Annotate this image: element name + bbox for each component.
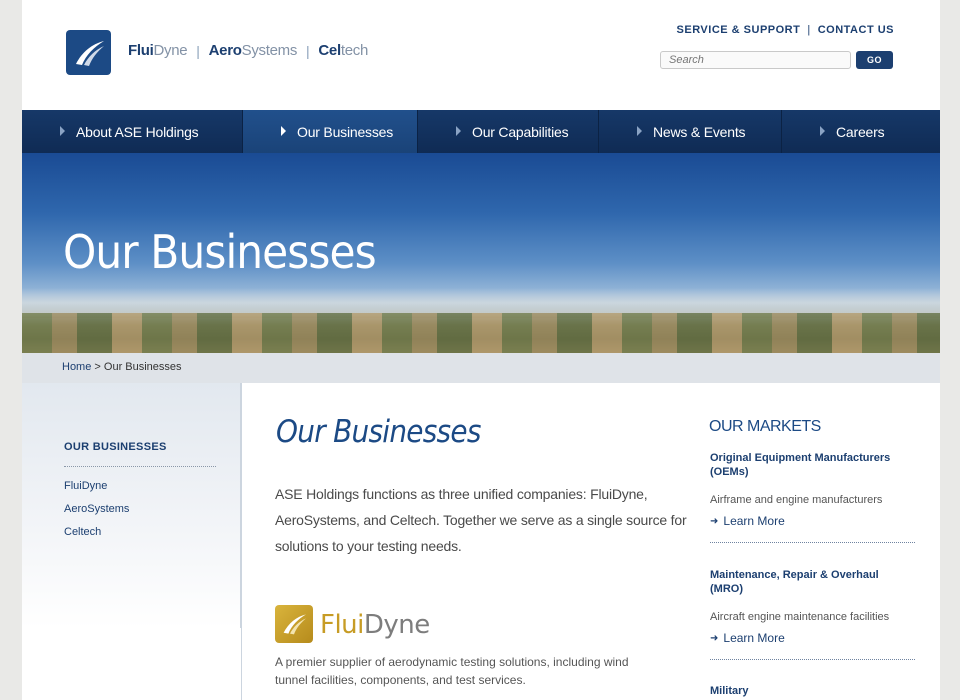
nav-arrow-icon: [637, 126, 642, 136]
utility-links: SERVICE & SUPPORT | CONTACT US: [677, 24, 894, 36]
market-mro-desc: Aircraft engine maintenance facilities: [710, 611, 890, 623]
breadcrumb-home[interactable]: Home: [62, 361, 91, 373]
nav-item-capabilities[interactable]: Our Capabilities: [418, 110, 599, 153]
sidebar-item-celtech[interactable]: Celtech: [64, 526, 101, 538]
brand-list: FluiDyne | AeroSystems | Celtech: [128, 42, 368, 59]
brand-light: tech: [340, 42, 368, 59]
nav-label: Our Businesses: [297, 123, 394, 140]
market-divider: [710, 542, 915, 543]
brand-bold: Aero: [208, 42, 242, 59]
contact-us-link[interactable]: CONTACT US: [818, 24, 894, 36]
brand-light: Systems: [241, 42, 298, 59]
markets-title: OUR MARKETS: [709, 418, 821, 435]
market-mro-heading: Maintenance, Repair & Overhaul (MRO): [710, 569, 879, 595]
hero-landscape: [22, 313, 940, 353]
learn-more-label: Learn More: [723, 514, 785, 528]
brand-light: Dyne: [153, 42, 188, 59]
nav-arrow-icon: [60, 126, 65, 136]
nav-arrow-icon: [281, 126, 286, 136]
intro-text: ASE Holdings functions as three unified …: [275, 486, 687, 554]
nav-item-about[interactable]: About ASE Holdings: [22, 110, 243, 153]
brand-fluidyne[interactable]: FluiDyne: [128, 42, 188, 59]
brand-bold: Cel: [318, 42, 341, 59]
nav-item-businesses[interactable]: Our Businesses: [243, 110, 418, 153]
fluidyne-name-part: Flui: [320, 610, 364, 640]
nav-label: Careers: [836, 123, 885, 140]
ase-logo[interactable]: [66, 30, 111, 75]
search-input[interactable]: [660, 51, 851, 69]
service-support-link[interactable]: SERVICE & SUPPORT: [677, 24, 801, 36]
market-oem-desc: Airframe and engine manufacturers: [710, 494, 883, 506]
breadcrumb-separator: >: [91, 361, 104, 373]
swoosh-icon: [75, 40, 104, 66]
hero-banner: Our Businesses: [22, 153, 940, 353]
nav-arrow-icon: [820, 126, 825, 136]
nav-label: About ASE Holdings: [76, 123, 199, 140]
hero-title: Our Businesses: [63, 225, 377, 279]
nav-arrow-icon: [456, 126, 461, 136]
learn-more-label: Learn More: [723, 631, 785, 645]
page-title: Our Businesses: [276, 414, 481, 450]
nav-label: News & Events: [653, 123, 746, 140]
nav-label: Our Capabilities: [472, 123, 569, 140]
fluidyne-logo[interactable]: [275, 605, 313, 643]
sidebar-title: OUR BUSINESSES: [64, 441, 167, 453]
brand-aerosystems[interactable]: AeroSystems: [208, 42, 298, 59]
page: FluiDyne | AeroSystems | Celtech SERVICE…: [22, 0, 940, 700]
fluidyne-name[interactable]: FluiDyne: [320, 610, 430, 640]
market-mro-learn-more[interactable]: ➜ Learn More: [710, 631, 785, 645]
brand-separator: |: [306, 42, 310, 59]
sidebar-border: [241, 383, 242, 700]
swoosh-icon: [283, 614, 306, 635]
sidebar-item-fluidyne[interactable]: FluiDyne: [64, 480, 107, 492]
breadcrumb: Home > Our Businesses: [22, 353, 940, 383]
fluidyne-name-part: Dyne: [363, 610, 430, 640]
main-nav: About ASE Holdings Our Businesses Our Ca…: [22, 110, 940, 153]
fluidyne-description: A premier supplier of aerodynamic testin…: [275, 655, 629, 687]
sidebar: OUR BUSINESSES FluiDyne AeroSystems Celt…: [22, 383, 241, 628]
market-oem-heading: Original Equipment Manufacturers (OEMs): [710, 452, 891, 478]
brand-separator: |: [196, 42, 200, 59]
sidebar-item-aerosystems[interactable]: AeroSystems: [64, 503, 129, 515]
search-go-button[interactable]: GO: [856, 51, 893, 69]
arrow-right-icon: ➜: [710, 632, 719, 644]
breadcrumb-current: Our Businesses: [103, 361, 182, 373]
util-separator: |: [807, 24, 811, 36]
market-oem-learn-more[interactable]: ➜ Learn More: [710, 514, 785, 528]
brand-bold: Flui: [128, 42, 154, 59]
market-divider: [710, 659, 915, 660]
arrow-right-icon: ➜: [710, 515, 719, 527]
sidebar-divider: [64, 466, 216, 467]
nav-item-news[interactable]: News & Events: [599, 110, 782, 153]
market-military-heading: Military: [710, 685, 749, 697]
nav-item-careers[interactable]: Careers: [782, 110, 940, 153]
brand-celtech[interactable]: Celtech: [318, 42, 368, 59]
